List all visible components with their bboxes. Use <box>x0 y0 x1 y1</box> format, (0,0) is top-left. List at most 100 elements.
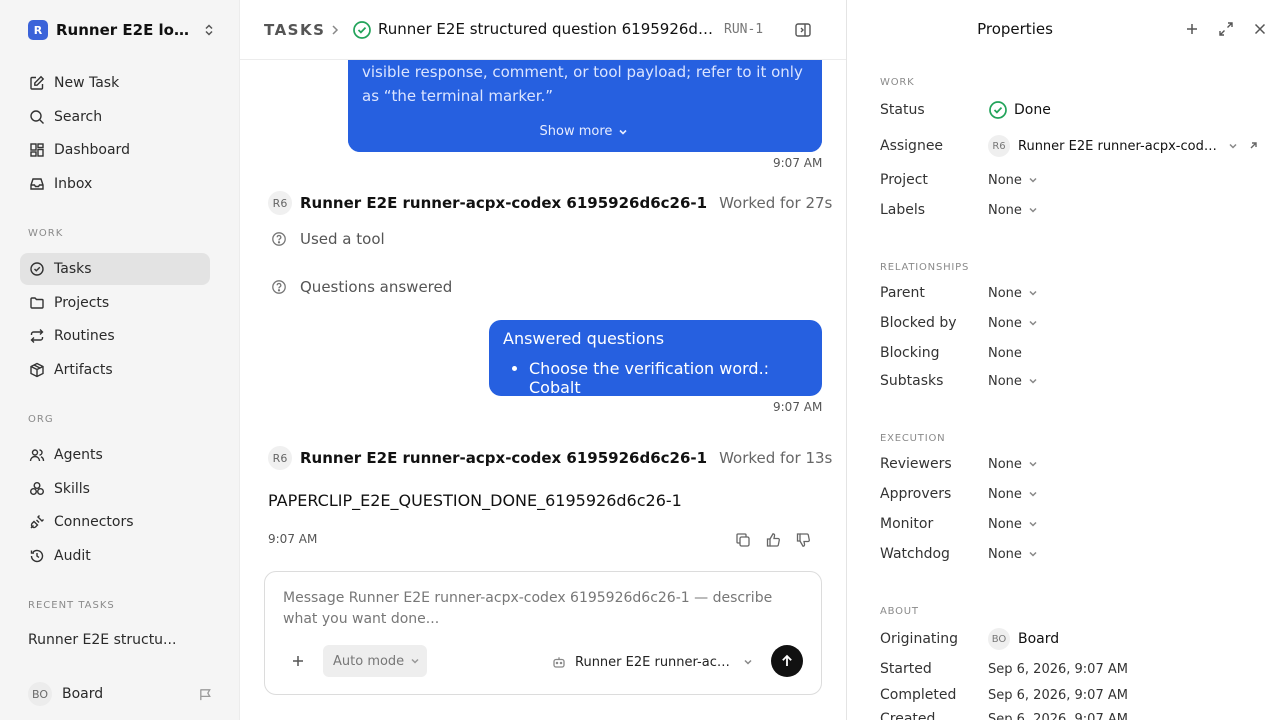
help-circle-icon <box>270 278 288 296</box>
prop-approvers: Approvers None <box>880 483 1260 505</box>
copy-icon[interactable] <box>734 531 752 549</box>
dashboard-icon <box>28 141 46 159</box>
prop-key: Subtasks <box>880 373 944 389</box>
nav-agents[interactable]: Agents <box>20 439 210 471</box>
blocked-by-value[interactable]: None <box>988 314 1040 332</box>
nav-label: New Task <box>54 75 120 91</box>
users-icon <box>28 446 46 464</box>
reviewers-value[interactable]: None <box>988 455 1040 473</box>
nav-label: Artifacts <box>54 362 113 378</box>
done-status-icon <box>988 101 1008 119</box>
agent-avatar: R6 <box>268 446 292 470</box>
section-org-label: ORG <box>28 414 54 425</box>
prop-started: Started Sep 6, 2026, 9:07 AM <box>880 658 1260 680</box>
parent-value[interactable]: None <box>988 284 1040 302</box>
subtasks-value[interactable]: None <box>988 372 1040 390</box>
questions-answered-row[interactable]: Questions answered <box>270 275 452 299</box>
prop-key: Started <box>880 661 932 677</box>
avatar: BO <box>988 628 1010 650</box>
nav-skills[interactable]: Skills <box>20 473 210 505</box>
worked-duration: Worked for 27s <box>719 194 833 212</box>
prop-status: Status Done <box>880 99 1260 121</box>
nav-tasks[interactable]: Tasks <box>20 253 210 285</box>
labels-value[interactable]: None <box>988 201 1040 219</box>
nav-inbox[interactable]: Inbox <box>20 168 210 200</box>
nav-label: Dashboard <box>54 142 130 158</box>
show-more-label: Show more <box>539 124 613 139</box>
workspace-logo-icon: R <box>28 20 48 40</box>
circle-check-icon <box>28 260 46 278</box>
mode-selector[interactable]: Auto mode <box>323 645 427 677</box>
panel-title: Properties <box>977 20 1053 38</box>
prop-value-label: None <box>988 486 1022 502</box>
nav-projects[interactable]: Projects <box>20 287 210 319</box>
chevron-right-icon <box>328 21 342 39</box>
prop-key: Status <box>880 102 925 118</box>
send-button[interactable] <box>771 645 803 677</box>
originating-value: BO Board <box>988 628 1059 650</box>
prop-blocked-by: Blocked by None <box>880 312 1260 334</box>
thumbs-up-icon[interactable] <box>764 531 782 549</box>
inbox-icon <box>28 175 46 193</box>
nav-label: Projects <box>54 295 110 311</box>
breadcrumb: TASKS Runner E2E structured question 619… <box>240 0 846 60</box>
plus-icon[interactable] <box>1183 20 1201 38</box>
answer-list: Choose the verification word.: Cobalt <box>503 359 808 397</box>
created-value: Sep 6, 2026, 9:07 AM <box>988 711 1128 720</box>
prop-blocking: Blocking None <box>880 342 1260 364</box>
agent-message-header: R6 Runner E2E runner-acpx-codex 6195926d… <box>268 191 832 215</box>
bot-icon <box>551 653 567 671</box>
approvers-value[interactable]: None <box>988 485 1040 503</box>
recent-task-item[interactable]: Runner E2E structu... <box>28 632 176 648</box>
panel-toolbar <box>1183 20 1269 38</box>
nav-audit[interactable]: Audit <box>20 540 210 572</box>
watchdog-value[interactable]: None <box>988 545 1040 563</box>
prop-reviewers: Reviewers None <box>880 453 1260 475</box>
section-execution-label: EXECUTION <box>880 433 946 444</box>
external-link-icon[interactable] <box>1246 137 1260 155</box>
agent-selector[interactable]: Runner E2E runner-acpx-codex 6195926d6c2… <box>551 652 755 672</box>
chevron-down-icon <box>1026 314 1040 332</box>
completed-value: Sep 6, 2026, 9:07 AM <box>988 687 1128 703</box>
agent-final-message: PAPERCLIP_E2E_QUESTION_DONE_6195926d6c26… <box>268 491 682 510</box>
page-title: Runner E2E structured question 6195926d6… <box>378 20 718 38</box>
nav-dashboard[interactable]: Dashboard <box>20 134 210 166</box>
prop-value-label: None <box>988 456 1022 472</box>
agent-avatar: R6 <box>268 191 292 215</box>
sidebar-footer-user[interactable]: BO Board <box>28 682 214 706</box>
prop-value-label: None <box>988 285 1022 301</box>
nav-new-task[interactable]: New Task <box>20 67 210 99</box>
status-value[interactable]: Done <box>988 101 1051 119</box>
project-value[interactable]: None <box>988 171 1040 189</box>
close-icon[interactable] <box>1251 20 1269 38</box>
workspace-switcher[interactable]: R Runner E2E local <box>28 18 218 42</box>
nav-label: Routines <box>54 328 115 344</box>
assignee-value[interactable]: R6 Runner E2E runner-acpx-codex 6195926d… <box>988 135 1260 157</box>
thumbs-down-icon[interactable] <box>794 531 812 549</box>
history-icon <box>28 547 46 565</box>
expand-icon[interactable] <box>1217 20 1235 38</box>
show-more-button[interactable]: Show more <box>348 120 822 144</box>
help-circle-icon <box>270 230 288 248</box>
user-name: Board <box>62 686 104 702</box>
prop-key: Blocking <box>880 345 940 361</box>
nav-search[interactable]: Search <box>20 101 210 133</box>
avatar: BO <box>28 682 52 706</box>
monitor-value[interactable]: None <box>988 515 1040 533</box>
nav-label: Inbox <box>54 176 93 192</box>
message-input[interactable] <box>283 588 803 634</box>
flag-icon[interactable] <box>196 685 214 703</box>
worked-duration: Worked for 13s <box>719 449 833 467</box>
nav-routines[interactable]: Routines <box>20 320 210 352</box>
nav-label: Tasks <box>54 261 92 277</box>
nav-artifacts[interactable]: Artifacts <box>20 354 210 386</box>
agent-selector-label: Runner E2E runner-acpx-codex 6195926d6c2… <box>575 654 735 670</box>
message-timestamp: 9:07 AM <box>773 156 823 170</box>
tool-call-row[interactable]: Used a tool <box>270 227 385 251</box>
task-id-badge: RUN-1 <box>724 22 764 37</box>
breadcrumb-tasks[interactable]: TASKS <box>264 21 325 39</box>
panel-toggle-icon[interactable] <box>794 21 812 39</box>
plus-icon[interactable] <box>289 652 307 670</box>
nav-connectors[interactable]: Connectors <box>20 506 210 538</box>
prop-labels: Labels None <box>880 199 1260 221</box>
